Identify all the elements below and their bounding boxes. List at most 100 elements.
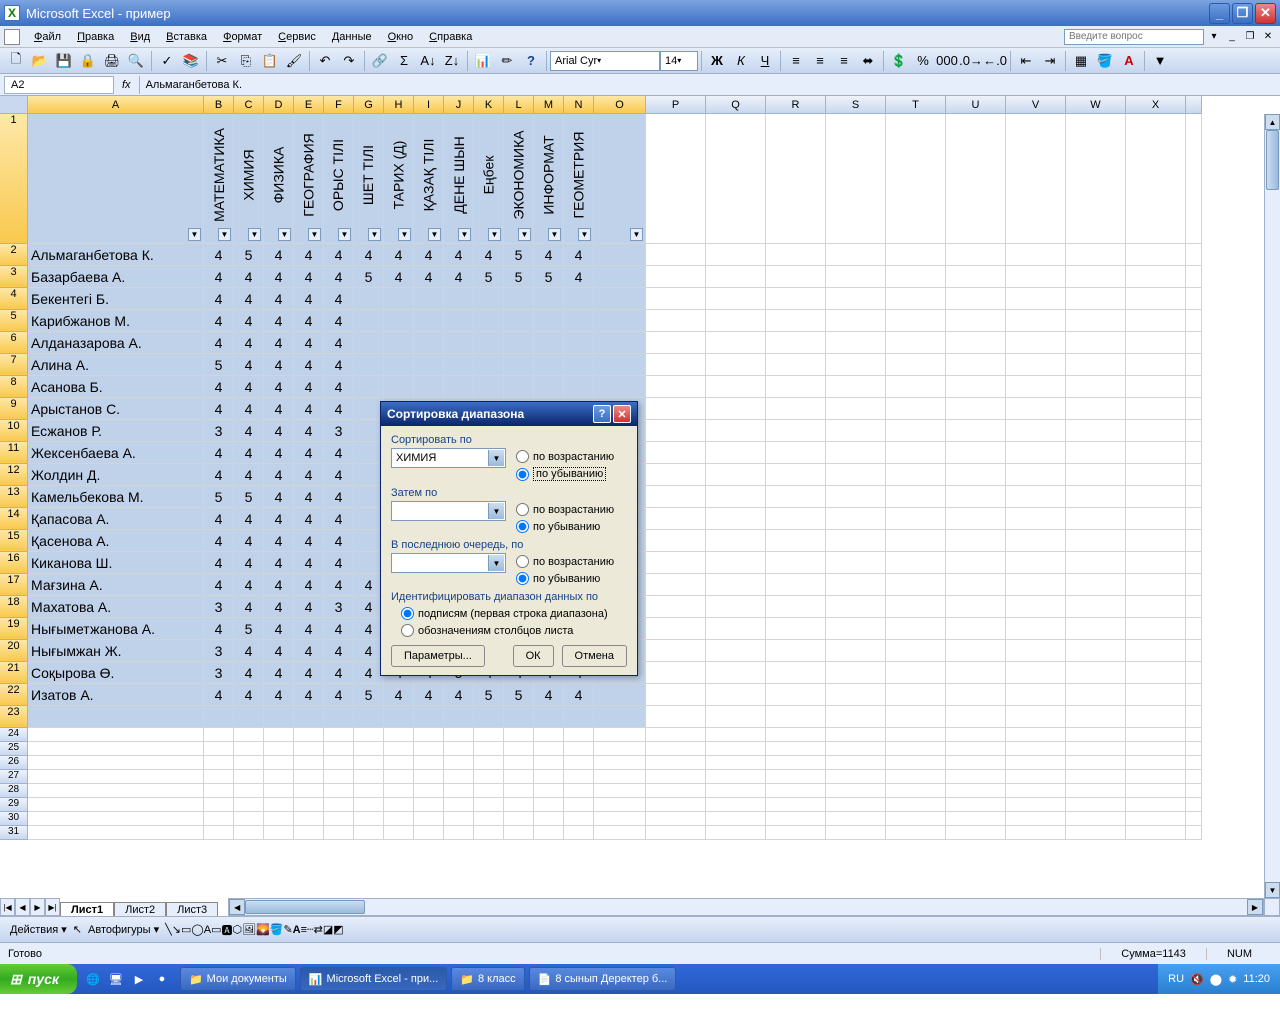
cell[interactable] [1186,376,1202,398]
cell[interactable]: 3 [204,420,234,442]
cell[interactable] [1066,244,1126,266]
cell[interactable]: 3 [324,596,354,618]
cell[interactable] [444,742,474,756]
cell[interactable] [594,376,646,398]
sort-asc-icon[interactable]: A↓ [417,50,439,72]
cell[interactable] [826,756,886,770]
cell[interactable]: 4 [204,398,234,420]
cell[interactable] [444,756,474,770]
cell-name[interactable]: Алина А. [28,354,204,376]
cell[interactable] [324,812,354,826]
header-cell[interactable]: ГЕОМЕТРИЯ▼ [564,114,594,244]
taskbar-item[interactable]: 📁Мои документы [180,967,296,991]
cell-name[interactable]: Камельбекова М. [28,486,204,508]
cell[interactable] [946,354,1006,376]
cell[interactable] [204,812,234,826]
row-header-21[interactable]: 21 [0,662,28,684]
cell[interactable]: 4 [204,376,234,398]
cell[interactable] [766,826,826,840]
chevron-down-icon[interactable]: ▼ [488,555,504,571]
underline-icon[interactable]: Ч [754,50,776,72]
cell[interactable] [646,310,706,332]
cell[interactable] [1186,464,1202,486]
drawing-icon[interactable]: ✏ [496,50,518,72]
cell[interactable] [766,770,826,784]
cell[interactable] [534,756,564,770]
cell[interactable] [1126,640,1186,662]
cell[interactable] [826,552,886,574]
cell[interactable] [1126,508,1186,530]
cell[interactable] [1006,684,1066,706]
cell[interactable] [1126,244,1186,266]
scroll-down-icon[interactable]: ▼ [1265,882,1280,898]
cell[interactable] [294,826,324,840]
cell[interactable]: 4 [264,574,294,596]
identify-cols-radio[interactable]: обозначениям столбцов листа [401,624,627,637]
cell[interactable]: 4 [324,442,354,464]
cell[interactable] [946,376,1006,398]
cell[interactable] [264,770,294,784]
cell[interactable] [28,728,204,742]
cell[interactable] [234,706,264,728]
cell[interactable] [504,332,534,354]
cell[interactable] [706,684,766,706]
header-cell[interactable]: МАТЕМАТИКА▼ [204,114,234,244]
cell[interactable] [534,288,564,310]
cell[interactable] [646,684,706,706]
cell[interactable] [474,756,504,770]
row-header-11[interactable]: 11 [0,442,28,464]
column-header-R[interactable]: R [766,96,826,114]
cell[interactable] [354,288,384,310]
cell[interactable] [534,332,564,354]
cell[interactable] [1126,684,1186,706]
cell[interactable] [646,244,706,266]
cell[interactable] [384,310,414,332]
cell[interactable] [28,784,204,798]
cell[interactable]: 4 [264,640,294,662]
cell[interactable]: 4 [264,376,294,398]
cell[interactable] [474,354,504,376]
cell[interactable] [886,826,946,840]
cell[interactable] [1066,442,1126,464]
cell[interactable]: 4 [234,376,264,398]
cell[interactable]: 4 [294,376,324,398]
cell[interactable]: 4 [264,662,294,684]
select-all-corner[interactable] [0,96,28,114]
cell[interactable]: 5 [234,486,264,508]
column-header-E[interactable]: E [294,96,324,114]
cell-name[interactable]: Соқырова Ө. [28,662,204,684]
oval-icon[interactable]: ◯ [191,923,203,936]
cell[interactable] [886,244,946,266]
cell[interactable] [1186,442,1202,464]
filter-dropdown-icon[interactable]: ▼ [308,228,321,241]
cell[interactable] [1186,596,1202,618]
cell[interactable]: 4 [204,244,234,266]
cell[interactable] [1066,310,1126,332]
cell[interactable] [766,596,826,618]
cell[interactable] [646,114,706,244]
cell[interactable]: 4 [324,662,354,684]
cell[interactable]: 5 [534,266,564,288]
row-header-12[interactable]: 12 [0,464,28,486]
cell[interactable] [766,376,826,398]
cell[interactable] [1126,486,1186,508]
column-header-U[interactable]: U [946,96,1006,114]
row-header-27[interactable]: 27 [0,770,28,784]
cell[interactable] [1126,756,1186,770]
cell[interactable]: 4 [324,640,354,662]
cell[interactable]: 4 [264,332,294,354]
cell[interactable]: 5 [504,244,534,266]
cell[interactable] [594,826,646,840]
cell[interactable] [294,812,324,826]
row-header-29[interactable]: 29 [0,798,28,812]
autofilter-icon[interactable]: ▼ [1149,50,1171,72]
cell-name[interactable]: Бекентегі Б. [28,288,204,310]
align-left-icon[interactable]: ≡ [785,50,807,72]
cell[interactable] [826,574,886,596]
ql-app-icon[interactable]: ● [152,969,172,989]
cell[interactable] [1006,266,1066,288]
cell[interactable] [234,812,264,826]
cell[interactable] [204,742,234,756]
cell[interactable] [766,706,826,728]
cell[interactable] [1066,798,1126,812]
